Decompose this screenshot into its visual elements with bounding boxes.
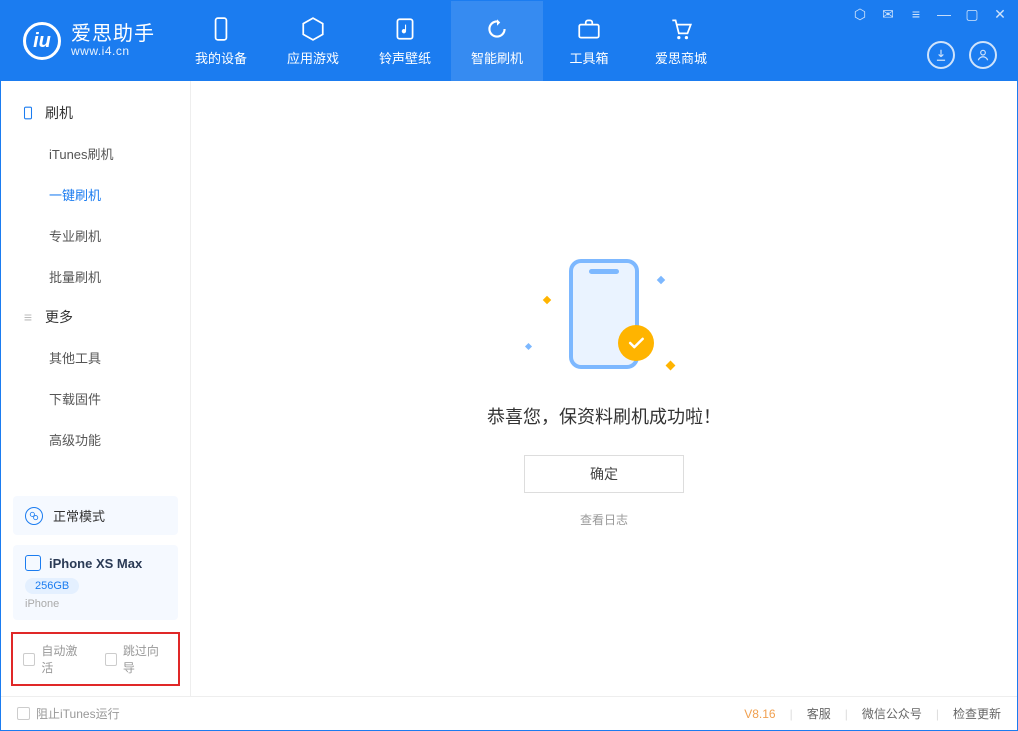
sidebar-item-advanced[interactable]: 高级功能 (1, 419, 190, 460)
sidebar-item-pro-flash[interactable]: 专业刷机 (1, 215, 190, 256)
section-title: 刷机 (45, 103, 73, 123)
nav-smart-flash[interactable]: 智能刷机 (451, 1, 543, 81)
nav-label: 爱思商城 (655, 48, 707, 67)
check-icon (626, 333, 646, 353)
checkbox-label: 跳过向导 (123, 642, 168, 676)
header: iu 爱思助手 www.i4.cn 我的设备 应用游戏 铃声壁纸 智能刷机 工具… (1, 1, 1017, 81)
logo-icon: iu (23, 22, 61, 60)
device-icon (208, 16, 234, 42)
toolbox-icon (576, 16, 602, 42)
nav-apps-games[interactable]: 应用游戏 (267, 1, 359, 81)
cube-icon (300, 16, 326, 42)
nav-my-device[interactable]: 我的设备 (175, 1, 267, 81)
success-message: 恭喜您，保资料刷机成功啦！ (487, 403, 721, 429)
list-icon: ≡ (21, 310, 35, 324)
music-icon (392, 16, 418, 42)
sidebar-section-more: ≡ 更多 (1, 297, 190, 337)
refresh-icon (484, 16, 510, 42)
sidebar-item-oneclick-flash[interactable]: 一键刷机 (1, 174, 190, 215)
main-content: 恭喜您，保资料刷机成功啦！ 确定 查看日志 (191, 81, 1017, 696)
phone-icon (21, 106, 35, 120)
footer: 阻止iTunes运行 V8.16 | 客服 | 微信公众号 | 检查更新 (1, 696, 1017, 730)
nav-label: 智能刷机 (471, 48, 523, 67)
shirt-icon[interactable]: ⬡ (853, 7, 867, 21)
download-icon (934, 48, 948, 62)
mode-status-card[interactable]: 正常模式 (13, 496, 178, 535)
app-site: www.i4.cn (71, 45, 155, 58)
header-right-icons (927, 41, 997, 69)
logo[interactable]: iu 爱思助手 www.i4.cn (1, 22, 171, 60)
footer-link-wechat[interactable]: 微信公众号 (862, 705, 922, 722)
device-card[interactable]: iPhone XS Max 256GB iPhone (13, 545, 178, 620)
sidebar-status-block: 正常模式 iPhone XS Max 256GB iPhone (13, 496, 178, 620)
nav-store[interactable]: 爱思商城 (635, 1, 727, 81)
footer-link-support[interactable]: 客服 (807, 705, 831, 722)
device-phone-icon (25, 555, 41, 571)
sparkle-icon (657, 276, 665, 284)
check-badge-icon (618, 325, 654, 361)
sidebar-item-itunes-flash[interactable]: iTunes刷机 (1, 133, 190, 174)
section-title: 更多 (45, 307, 73, 327)
nav-label: 我的设备 (195, 48, 247, 67)
nav-ringtone-wallpaper[interactable]: 铃声壁纸 (359, 1, 451, 81)
view-log-link[interactable]: 查看日志 (580, 511, 628, 528)
nav-label: 铃声壁纸 (379, 48, 431, 67)
nav-toolbox[interactable]: 工具箱 (543, 1, 635, 81)
device-type: iPhone (25, 598, 166, 610)
minimize-button[interactable]: ― (937, 7, 951, 21)
download-button[interactable] (927, 41, 955, 69)
sidebar-item-download-firmware[interactable]: 下载固件 (1, 378, 190, 419)
menu-icon[interactable]: ≡ (909, 7, 923, 21)
sidebar-section-flash: 刷机 (1, 93, 190, 133)
checkbox-block-itunes[interactable]: 阻止iTunes运行 (17, 705, 120, 722)
close-button[interactable]: ✕ (993, 7, 1007, 21)
footer-link-update[interactable]: 检查更新 (953, 705, 1001, 722)
version-label: V8.16 (744, 707, 775, 721)
sparkle-icon (666, 361, 676, 371)
device-name-row: iPhone XS Max (25, 555, 166, 571)
device-storage: 256GB (25, 578, 79, 594)
window-controls: ⬡ ✉ ≡ ― ▢ ✕ (853, 7, 1007, 21)
ok-button[interactable]: 确定 (524, 455, 684, 493)
checkbox-icon (23, 653, 35, 666)
cart-icon (668, 16, 694, 42)
checkbox-label: 阻止iTunes运行 (36, 705, 120, 722)
account-button[interactable] (969, 41, 997, 69)
user-icon (976, 48, 990, 62)
mode-icon (25, 507, 43, 525)
checkbox-skip-guide[interactable]: 跳过向导 (105, 642, 169, 676)
logo-text: 爱思助手 www.i4.cn (71, 23, 155, 58)
device-name: iPhone XS Max (49, 556, 142, 571)
sidebar-item-batch-flash[interactable]: 批量刷机 (1, 256, 190, 297)
top-nav: 我的设备 应用游戏 铃声壁纸 智能刷机 工具箱 爱思商城 (175, 1, 727, 81)
checkbox-icon (105, 653, 117, 666)
sidebar: 刷机 iTunes刷机 一键刷机 专业刷机 批量刷机 ≡ 更多 其他工具 下载固… (1, 81, 191, 696)
app-name: 爱思助手 (71, 23, 155, 45)
body: 刷机 iTunes刷机 一键刷机 专业刷机 批量刷机 ≡ 更多 其他工具 下载固… (1, 81, 1017, 696)
success-illustration (514, 249, 694, 379)
sparkle-icon (525, 343, 532, 350)
checkbox-label: 自动激活 (41, 642, 86, 676)
maximize-button[interactable]: ▢ (965, 7, 979, 21)
mode-label: 正常模式 (53, 506, 105, 525)
sparkle-icon (543, 296, 551, 304)
nav-label: 应用游戏 (287, 48, 339, 67)
nav-label: 工具箱 (569, 48, 608, 67)
sidebar-item-other-tools[interactable]: 其他工具 (1, 337, 190, 378)
footer-right: V8.16 | 客服 | 微信公众号 | 检查更新 (744, 705, 1001, 722)
checkbox-auto-activate[interactable]: 自动激活 (23, 642, 87, 676)
feedback-icon[interactable]: ✉ (881, 7, 895, 21)
options-highlight-box: 自动激活 跳过向导 (11, 632, 180, 686)
checkbox-icon (17, 707, 30, 720)
